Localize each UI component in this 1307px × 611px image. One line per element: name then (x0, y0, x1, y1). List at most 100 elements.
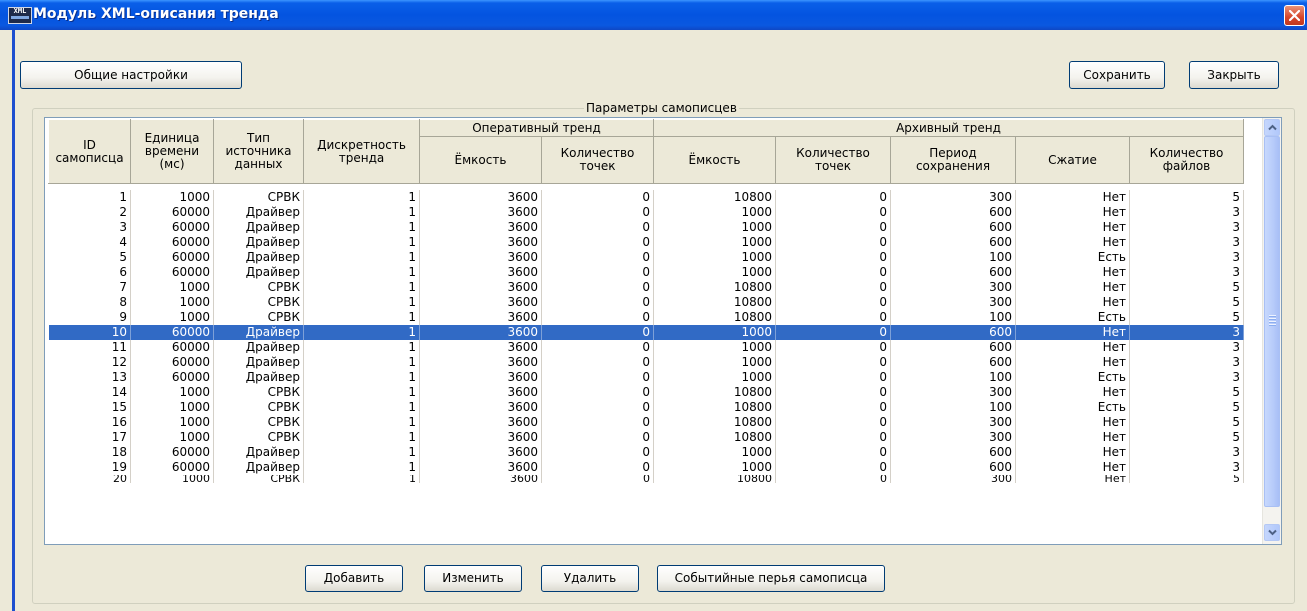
table-row[interactable]: 8 1000 СРВК 1 3600 0 10800 0 300 Нет 5 (48, 295, 1244, 310)
table-row[interactable]: 11 60000 Драйвер 1 3600 0 1000 0 600 Нет 3 (48, 340, 1244, 355)
col-header-op-points[interactable]: Количество точек (541, 136, 654, 184)
table-row[interactable]: 6 60000 Драйвер 1 3600 0 1000 0 600 Нет 3 (48, 265, 1244, 280)
cell-source-type: СРВК (213, 415, 304, 430)
recorder-params-group-title: Параметры самописцев (584, 101, 739, 115)
table-row[interactable]: 16 1000 СРВК 1 3600 0 10800 0 300 Нет 5 (48, 415, 1244, 430)
cell-op-capacity: 3600 (419, 190, 542, 205)
cell-id: 20 (48, 475, 131, 483)
cell-ar-points: 0 (775, 415, 891, 430)
cell-ar-compression: Есть (1015, 370, 1130, 385)
window-close-button[interactable] (1284, 5, 1305, 26)
cell-ar-files: 5 (1129, 415, 1244, 430)
event-pens-button[interactable]: Событийные перья самописца (657, 565, 885, 592)
general-settings-button[interactable]: Общие настройки (20, 61, 242, 89)
col-header-ar-points[interactable]: Количество точек (775, 136, 891, 184)
cell-time-unit: 1000 (130, 430, 214, 445)
cell-ar-capacity: 10800 (653, 385, 776, 400)
save-button[interactable]: Сохранить (1069, 61, 1165, 89)
scroll-thumb[interactable] (1264, 136, 1280, 507)
cell-time-unit: 1000 (130, 310, 214, 325)
cell-discreteness: 1 (303, 340, 420, 355)
cell-id: 18 (48, 445, 131, 460)
cell-id: 7 (48, 280, 131, 295)
cell-ar-files: 3 (1129, 370, 1244, 385)
col-header-ar-period[interactable]: Период сохранения (890, 136, 1016, 184)
recorders-table[interactable]: ID самописца Единица времени (мс) Тип ис… (44, 117, 1282, 545)
cell-discreteness: 1 (303, 295, 420, 310)
cell-op-points: 0 (541, 190, 654, 205)
table-row[interactable]: 4 60000 Драйвер 1 3600 0 1000 0 600 Нет 3 (48, 235, 1244, 250)
table-row[interactable]: 5 60000 Драйвер 1 3600 0 1000 0 100 Есть 3 (48, 250, 1244, 265)
cell-time-unit: 1000 (130, 475, 214, 483)
cell-ar-files: 3 (1129, 265, 1244, 280)
col-header-ar-compression[interactable]: Сжатие (1015, 136, 1130, 184)
cell-ar-compression: Есть (1015, 400, 1130, 415)
col-header-ar-capacity[interactable]: Ёмкость (653, 136, 776, 184)
table-row[interactable]: 18 60000 Драйвер 1 3600 0 1000 0 600 Нет 3 (48, 445, 1244, 460)
cell-time-unit: 1000 (130, 295, 214, 310)
cell-id: 8 (48, 295, 131, 310)
table-row[interactable]: 1 1000 СРВК 1 3600 0 10800 0 300 Нет 5 (48, 190, 1244, 205)
cell-source-type: СРВК (213, 430, 304, 445)
cell-id: 6 (48, 265, 131, 280)
cell-op-points: 0 (541, 460, 654, 475)
delete-button[interactable]: Удалить (541, 565, 639, 592)
table-row[interactable]: 3 60000 Драйвер 1 3600 0 1000 0 600 Нет 3 (48, 220, 1244, 235)
cell-ar-capacity: 1000 (653, 205, 776, 220)
cell-ar-files: 3 (1129, 340, 1244, 355)
cell-time-unit: 60000 (130, 205, 214, 220)
close-button[interactable]: Закрыть (1189, 61, 1279, 89)
cell-discreteness: 1 (303, 325, 420, 340)
cell-ar-files: 5 (1129, 190, 1244, 205)
table-row[interactable]: 13 60000 Драйвер 1 3600 0 1000 0 100 Есть 3 (48, 370, 1244, 385)
cell-ar-points: 0 (775, 460, 891, 475)
cell-id: 15 (48, 400, 131, 415)
add-button[interactable]: Добавить (305, 565, 403, 592)
cell-ar-period: 600 (890, 265, 1016, 280)
window-title: Модуль XML-описания тренда (33, 6, 279, 22)
cell-discreteness: 1 (303, 430, 420, 445)
col-header-discreteness[interactable]: Дискретность тренда (303, 119, 420, 184)
cell-source-type: Драйвер (213, 235, 304, 250)
scroll-down-button[interactable] (1264, 524, 1280, 541)
cell-id: 5 (48, 250, 131, 265)
cell-id: 10 (48, 325, 131, 340)
cell-ar-capacity: 1000 (653, 220, 776, 235)
cell-ar-files: 5 (1129, 475, 1244, 483)
vertical-scrollbar[interactable] (1262, 118, 1281, 544)
col-header-time-unit[interactable]: Единица времени (мс) (130, 119, 214, 184)
table-row[interactable]: 19 60000 Драйвер 1 3600 0 1000 0 600 Нет 3 (48, 460, 1244, 475)
table-row[interactable]: 10 60000 Драйвер 1 3600 0 1000 0 600 Нет 3 (48, 325, 1244, 340)
edit-button[interactable]: Изменить (424, 565, 522, 592)
table-row[interactable]: 15 1000 СРВК 1 3600 0 10800 0 100 Есть 5 (48, 400, 1244, 415)
col-header-id[interactable]: ID самописца (48, 119, 131, 184)
table-row[interactable]: 17 1000 СРВК 1 3600 0 10800 0 300 Нет 5 (48, 430, 1244, 445)
cell-op-points: 0 (541, 370, 654, 385)
cell-op-points: 0 (541, 430, 654, 445)
col-header-ar-files[interactable]: Количество файлов (1129, 136, 1244, 184)
cell-time-unit: 60000 (130, 220, 214, 235)
table-row[interactable]: 14 1000 СРВК 1 3600 0 10800 0 300 Нет 5 (48, 385, 1244, 400)
table-row[interactable]: 7 1000 СРВК 1 3600 0 10800 0 300 Нет 5 (48, 280, 1244, 295)
col-header-source-type[interactable]: Тип источника данных (213, 119, 304, 184)
cell-op-points: 0 (541, 445, 654, 460)
cell-ar-compression: Нет (1015, 280, 1130, 295)
cell-id: 2 (48, 205, 131, 220)
cell-id: 16 (48, 415, 131, 430)
cell-ar-files: 3 (1129, 445, 1244, 460)
cell-time-unit: 60000 (130, 340, 214, 355)
cell-discreteness: 1 (303, 415, 420, 430)
table-row[interactable]: 9 1000 СРВК 1 3600 0 10800 0 100 Есть 5 (48, 310, 1244, 325)
table-row[interactable]: 12 60000 Драйвер 1 3600 0 1000 0 600 Нет 3 (48, 355, 1244, 370)
cell-ar-capacity: 10800 (653, 310, 776, 325)
cell-ar-files: 3 (1129, 325, 1244, 340)
cell-ar-compression: Нет (1015, 325, 1130, 340)
table-row[interactable]: 2 60000 Драйвер 1 3600 0 1000 0 600 Нет 3 (48, 205, 1244, 220)
col-header-op-capacity[interactable]: Ёмкость (419, 136, 542, 184)
scroll-up-button[interactable] (1264, 119, 1280, 136)
cell-ar-compression: Есть (1015, 250, 1130, 265)
table-row[interactable]: 20 1000 СРВК 1 3600 0 10800 0 300 Нет 5 (48, 475, 1244, 483)
title-bar[interactable]: XML Модуль XML-описания тренда (0, 0, 1307, 30)
cell-op-capacity: 3600 (419, 235, 542, 250)
cell-ar-points: 0 (775, 400, 891, 415)
